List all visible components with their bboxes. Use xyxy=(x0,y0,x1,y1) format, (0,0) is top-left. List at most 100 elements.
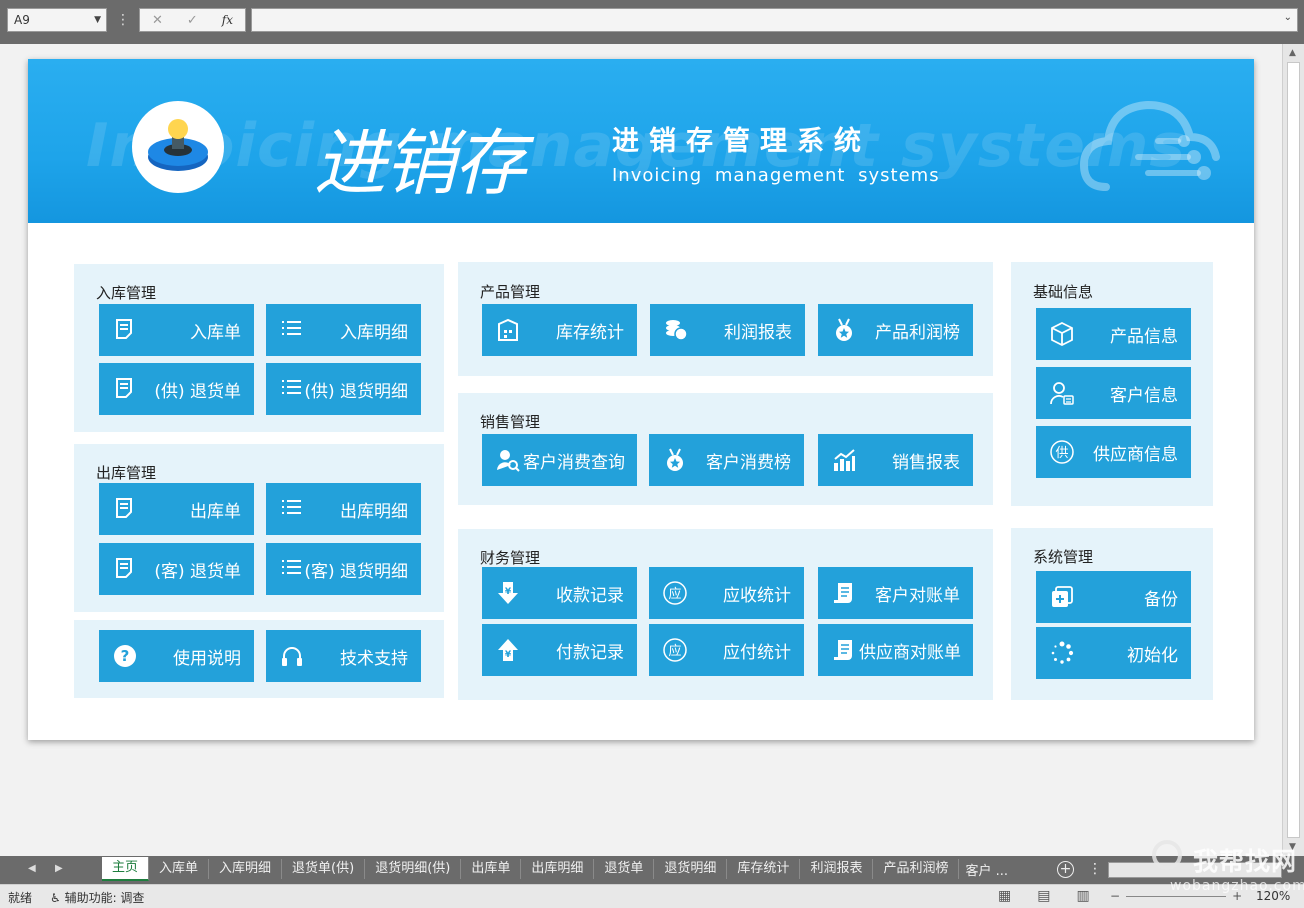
document-icon xyxy=(116,319,132,339)
tile-receipt-records[interactable]: ¥ 收款记录 xyxy=(482,567,637,619)
sheet-tab[interactable]: 出库单 xyxy=(461,859,522,879)
tile-label: 客户对账单 xyxy=(875,585,960,606)
horizontal-scrollbar[interactable] xyxy=(1108,862,1282,878)
formula-bar-buttons: ✕ ✓ fx xyxy=(139,8,246,32)
insert-function-icon[interactable]: fx xyxy=(222,13,233,27)
tile-supplier-return-detail[interactable]: (供) 退货明细 xyxy=(266,363,421,415)
scroll-down-icon[interactable]: ▼ xyxy=(1289,842,1296,852)
receivable-icon: 应 xyxy=(663,581,687,605)
tile-product-info[interactable]: 产品信息 xyxy=(1036,308,1191,360)
tile-label: 使用说明 xyxy=(173,648,241,669)
user-card-icon xyxy=(1050,382,1074,405)
sheet-tab[interactable]: 产品利润榜 xyxy=(873,859,960,879)
tile-receivable-stats[interactable]: 应 应收统计 xyxy=(649,567,804,619)
tile-customer-return[interactable]: (客) 退货单 xyxy=(99,543,254,595)
tile-inbound-order[interactable]: 入库单 xyxy=(99,304,254,356)
tile-customer-info[interactable]: 客户信息 xyxy=(1036,367,1191,419)
sheet-tab-overflow[interactable]: 客户 ... xyxy=(959,860,1014,879)
tile-label: 库存统计 xyxy=(556,322,624,343)
sheet-tab[interactable]: 库存统计 xyxy=(727,859,801,879)
scroll-document-icon xyxy=(834,583,852,603)
tile-product-profit-rank[interactable]: 产品利润榜 xyxy=(818,304,973,356)
cloud-network-icon xyxy=(1079,100,1220,191)
tile-label: 供应商信息 xyxy=(1093,444,1178,465)
chevron-down-icon[interactable]: ▼ xyxy=(94,9,101,31)
tab-next-icon[interactable]: ▶ xyxy=(55,863,63,874)
tile-label: 产品利润榜 xyxy=(875,322,960,343)
panel-finance-title: 财务管理 xyxy=(480,549,541,567)
payable-icon: 应 xyxy=(663,638,687,662)
tile-customer-spend-query[interactable]: 客户消费查询 xyxy=(482,434,637,486)
panel-sales: 销售管理 客户消费查询 客户消费榜 销售报表 xyxy=(458,393,993,505)
user-search-icon xyxy=(497,450,520,472)
expand-formula-icon[interactable]: ⌄ xyxy=(1284,12,1292,23)
tile-profit-report[interactable]: 利润报表 xyxy=(650,304,805,356)
tile-customer-spend-rank[interactable]: 客户消费榜 xyxy=(649,434,804,486)
loading-icon xyxy=(1051,641,1074,664)
tile-label: 入库明细 xyxy=(340,322,408,343)
tile-label: 产品信息 xyxy=(1110,326,1178,347)
tile-outbound-detail[interactable]: 出库明细 xyxy=(266,483,421,535)
tile-payment-records[interactable]: ¥ 付款记录 xyxy=(482,624,637,676)
sheet-tab[interactable]: 出库明细 xyxy=(521,859,595,879)
tile-tech-support[interactable]: 技术支持 xyxy=(266,630,421,682)
sheet-tab[interactable]: 退货单 xyxy=(594,859,655,879)
sheet-tab[interactable]: 入库单 xyxy=(149,859,210,879)
tile-label: 销售报表 xyxy=(892,452,960,473)
system-name-en: Invoicing management systems xyxy=(612,165,940,186)
sheet-tab[interactable]: 主页 xyxy=(102,857,150,881)
tile-backup[interactable]: 备份 xyxy=(1036,571,1191,623)
tile-label: 入库单 xyxy=(190,322,241,343)
sheet-tab[interactable]: 退货明细(供) xyxy=(365,859,462,879)
tile-inbound-detail[interactable]: 入库明细 xyxy=(266,304,421,356)
tile-label: 应收统计 xyxy=(723,585,791,606)
tile-stock-stats[interactable]: 库存统计 xyxy=(482,304,637,356)
zoom-level[interactable]: 120% xyxy=(1256,889,1290,903)
sheet-tab[interactable]: 退货单(供) xyxy=(282,859,366,879)
status-bar: 就绪 ♿ 辅助功能: 调查 ▦ ▤ ▥ − + 120% xyxy=(0,884,1304,908)
enter-icon[interactable]: ✓ xyxy=(187,13,198,28)
status-ready: 就绪 xyxy=(8,891,33,905)
warehouse-icon xyxy=(498,318,518,341)
bar-chart-icon xyxy=(834,449,855,471)
name-box[interactable]: A9 ▼ xyxy=(7,8,107,32)
vertical-scrollbar[interactable]: ▲ ▼ xyxy=(1282,44,1304,856)
page-layout-icon[interactable]: ▤ xyxy=(1037,888,1050,904)
more-options-icon[interactable]: ⋮ xyxy=(1088,861,1102,877)
sheet-tab[interactable]: 利润报表 xyxy=(800,859,874,879)
tab-prev-icon[interactable]: ◀ xyxy=(28,863,36,874)
scroll-up-icon[interactable]: ▲ xyxy=(1289,48,1296,58)
sheet-tab[interactable]: 入库明细 xyxy=(209,859,283,879)
svg-text:¥: ¥ xyxy=(505,650,512,660)
tile-label: 客户信息 xyxy=(1110,385,1178,406)
tile-outbound-order[interactable]: 出库单 xyxy=(99,483,254,535)
tile-customer-return-detail[interactable]: (客) 退货明细 xyxy=(266,543,421,595)
formula-input[interactable]: ⌄ xyxy=(251,8,1298,32)
add-sheet-icon[interactable]: + xyxy=(1057,861,1074,878)
tile-supplier-info[interactable]: 供 供应商信息 xyxy=(1036,426,1191,478)
list-icon xyxy=(282,560,301,574)
tile-label: 付款记录 xyxy=(556,642,624,663)
worksheet: Invoicing management systems 进销存 进销存管理系统… xyxy=(0,44,1282,856)
page-break-icon[interactable]: ▥ xyxy=(1076,888,1089,904)
tile-supplier-return[interactable]: (供) 退货单 xyxy=(99,363,254,415)
panel-sales-title: 销售管理 xyxy=(480,413,541,431)
box-icon xyxy=(1051,322,1073,346)
tile-supplier-statement[interactable]: 供应商对账单 xyxy=(818,624,973,676)
sheet-tabs: 主页 入库单 入库明细 退货单(供) 退货明细(供) 出库单 出库明细 退货单 退货明细 库存统计… xyxy=(102,856,1014,882)
accessibility-status[interactable]: ♿ 辅助功能: 调查 xyxy=(50,889,144,906)
tile-user-guide[interactable]: ? 使用说明 xyxy=(99,630,254,682)
normal-view-icon[interactable]: ▦ xyxy=(998,888,1011,904)
tile-payable-stats[interactable]: 应 应付统计 xyxy=(649,624,804,676)
tile-customer-statement[interactable]: 客户对账单 xyxy=(818,567,973,619)
scroll-thumb[interactable] xyxy=(1287,62,1300,838)
panel-product-title: 产品管理 xyxy=(480,283,541,301)
cancel-icon[interactable]: ✕ xyxy=(152,13,163,28)
tile-sales-report[interactable]: 销售报表 xyxy=(818,434,973,486)
sheet-tab[interactable]: 退货明细 xyxy=(654,859,728,879)
tile-initialize[interactable]: 初始化 xyxy=(1036,627,1191,679)
zoom-slider[interactable]: − + xyxy=(1110,889,1242,903)
name-box-value: A9 xyxy=(14,13,30,27)
tile-label: (供) 退货明细 xyxy=(304,381,408,402)
medal-icon xyxy=(667,448,683,471)
